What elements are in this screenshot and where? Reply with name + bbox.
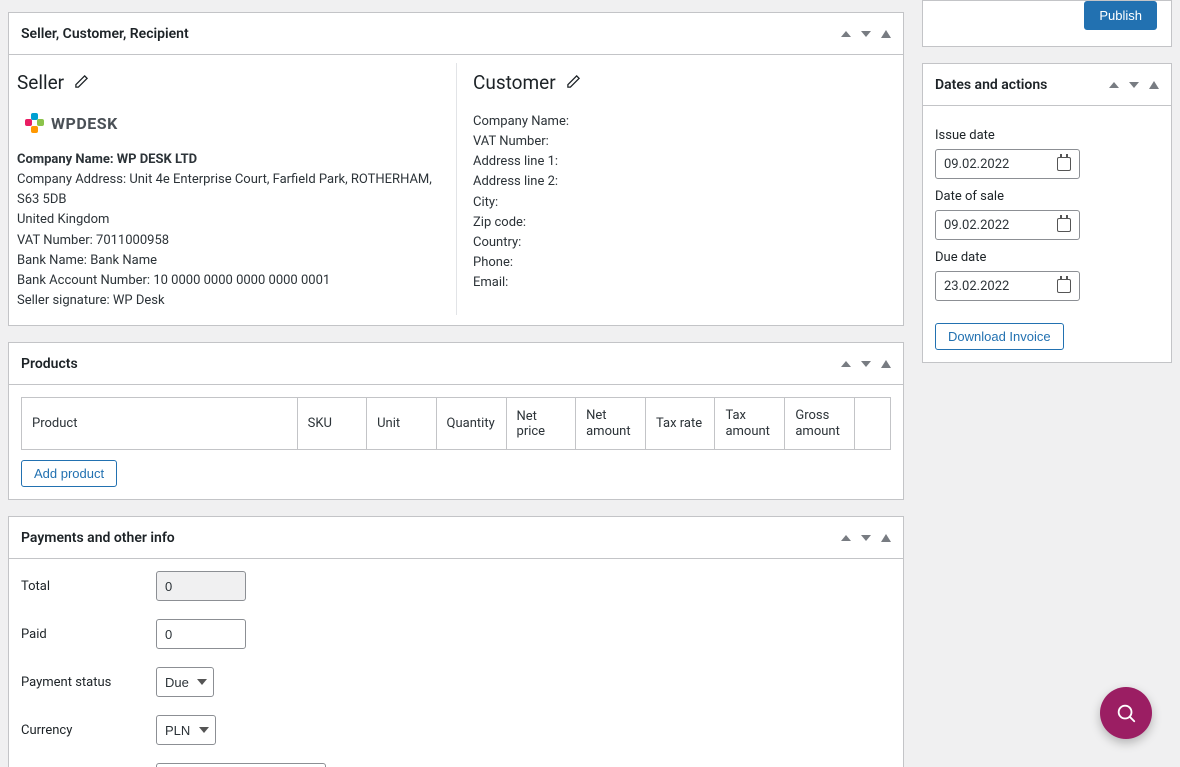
col-sku: SKU	[297, 398, 366, 450]
customer-vat: VAT Number:	[473, 132, 891, 152]
panel-title: Seller, Customer, Recipient	[21, 26, 841, 42]
panel-payments: Payments and other info Total Paid Pay	[8, 516, 904, 767]
chevron-down-icon[interactable]	[1129, 82, 1139, 88]
seller-heading: Seller	[17, 71, 64, 94]
customer-country: Country:	[473, 233, 891, 253]
col-net-price: Net price	[506, 398, 576, 450]
sale-date-label: Date of sale	[935, 189, 1159, 204]
due-date-label: Due date	[935, 250, 1159, 265]
col-tax-rate: Tax rate	[646, 398, 715, 450]
chevron-up-icon[interactable]	[1109, 82, 1119, 88]
chevron-down-icon[interactable]	[861, 31, 871, 37]
customer-company: Company Name:	[473, 112, 891, 132]
collapse-icon[interactable]	[881, 30, 891, 38]
panel-header-payments: Payments and other info	[9, 517, 903, 559]
chevron-up-icon[interactable]	[841, 31, 851, 37]
col-net-amount: Net amount	[576, 398, 646, 450]
customer-zip: Zip code:	[473, 213, 891, 233]
col-quantity: Quantity	[436, 398, 506, 450]
seller-bank-name: Bank Name: Bank Name	[17, 251, 444, 271]
collapse-icon[interactable]	[881, 534, 891, 542]
help-fab[interactable]	[1100, 687, 1152, 739]
chevron-up-icon[interactable]	[841, 535, 851, 541]
products-table: Product SKU Unit Quantity Net price Net …	[21, 397, 891, 450]
customer-city: City:	[473, 193, 891, 213]
customer-addr1: Address line 1:	[473, 152, 891, 172]
seller-signature: Seller signature: WP Desk	[17, 291, 444, 311]
seller-vat: VAT Number: 7011000958	[17, 231, 444, 251]
chevron-down-icon[interactable]	[861, 361, 871, 367]
seller-logo: WPDESK	[23, 112, 444, 134]
panel-header-products: Products	[9, 343, 903, 385]
seller-bank-account: Bank Account Number: 10 0000 0000 0000 0…	[17, 271, 444, 291]
col-gross-amount: Gross amount	[785, 398, 855, 450]
panel-products: Products Product SKU Unit Quantity	[8, 342, 904, 500]
publish-button[interactable]: Publish	[1084, 1, 1157, 30]
col-tax-amount: Tax amount	[715, 398, 785, 450]
panel-title: Payments and other info	[21, 530, 841, 546]
collapse-icon[interactable]	[1149, 81, 1159, 89]
total-label: Total	[21, 579, 156, 594]
payment-method-select[interactable]: PayPal	[156, 763, 326, 767]
issue-date-input[interactable]: 09.02.2022	[935, 149, 1080, 179]
panel-title: Products	[21, 356, 841, 372]
panel-title: Dates and actions	[935, 77, 1109, 93]
seller-country: United Kingdom	[17, 210, 444, 230]
panel-dates: Dates and actions Issue date 09.02.2022 …	[922, 63, 1172, 363]
download-invoice-button[interactable]: Download Invoice	[935, 323, 1064, 350]
customer-addr2: Address line 2:	[473, 172, 891, 192]
col-product: Product	[22, 398, 298, 450]
paid-input[interactable]	[156, 619, 246, 649]
edit-customer-icon[interactable]	[566, 71, 581, 94]
publish-box: Publish	[922, 0, 1172, 47]
customer-heading: Customer	[473, 71, 556, 94]
calendar-icon	[1057, 218, 1071, 232]
issue-date-label: Issue date	[935, 128, 1159, 143]
seller-company: Company Name: WP DESK LTD	[17, 150, 444, 170]
due-date-input[interactable]: 23.02.2022	[935, 271, 1080, 301]
sale-date-input[interactable]: 09.02.2022	[935, 210, 1080, 240]
currency-select[interactable]: PLN	[156, 715, 216, 745]
col-actions	[855, 398, 891, 450]
panel-header-seller: Seller, Customer, Recipient	[9, 13, 903, 55]
chevron-down-icon[interactable]	[861, 535, 871, 541]
calendar-icon	[1057, 279, 1071, 293]
paid-label: Paid	[21, 627, 156, 642]
chevron-up-icon[interactable]	[841, 361, 851, 367]
payment-status-select[interactable]: Due	[156, 667, 214, 697]
payment-status-label: Payment status	[21, 675, 156, 690]
edit-seller-icon[interactable]	[74, 71, 89, 94]
panel-seller-customer: Seller, Customer, Recipient Seller	[8, 12, 904, 326]
col-unit: Unit	[367, 398, 436, 450]
customer-phone: Phone:	[473, 253, 891, 273]
total-field	[156, 571, 246, 601]
calendar-icon	[1057, 157, 1071, 171]
customer-email: Email:	[473, 273, 891, 293]
collapse-icon[interactable]	[881, 360, 891, 368]
panel-header-dates: Dates and actions	[923, 64, 1171, 106]
currency-label: Currency	[21, 723, 156, 738]
seller-address: Company Address: Unit 4e Enterprise Cour…	[17, 170, 444, 210]
add-product-button[interactable]: Add product	[21, 460, 117, 487]
